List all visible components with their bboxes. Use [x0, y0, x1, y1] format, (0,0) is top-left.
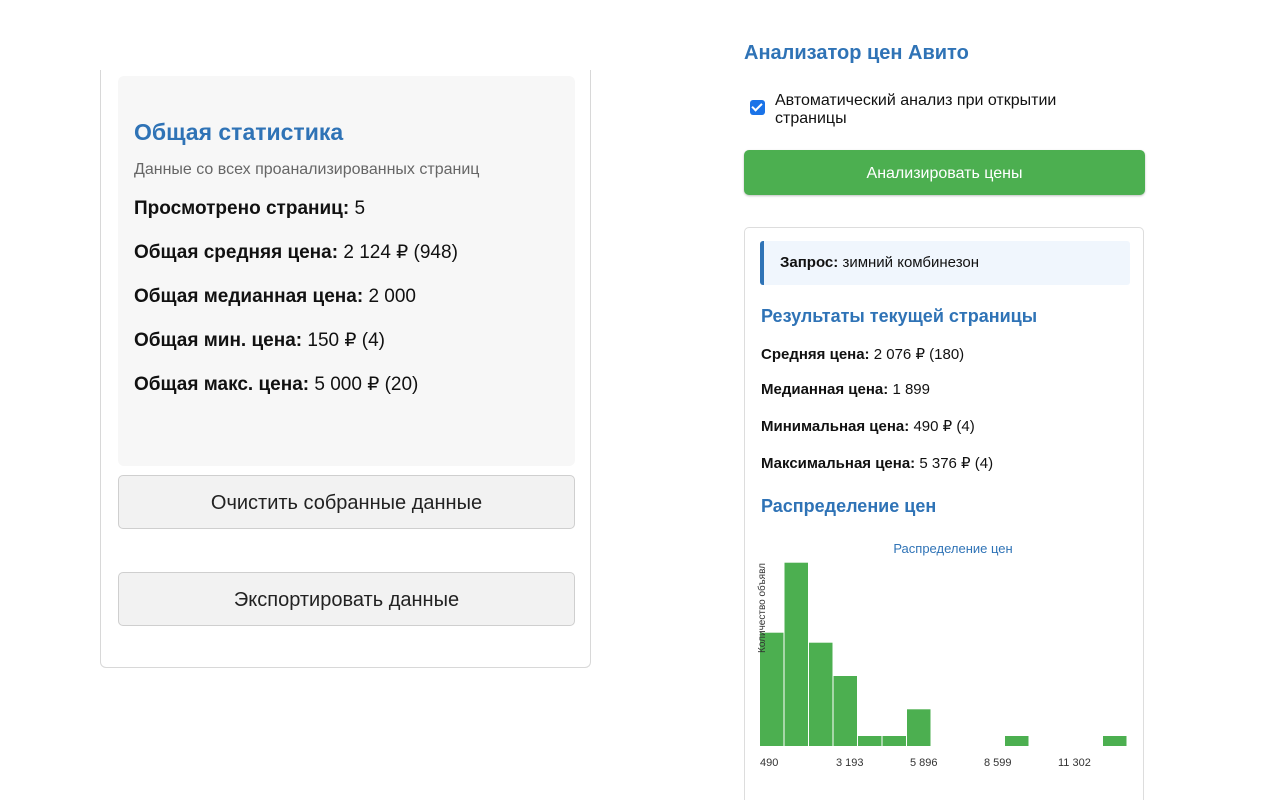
- result-value: 490 ₽ (4): [913, 418, 975, 435]
- result-average-price: Средняя цена: 2 076 ₽ (180): [761, 345, 964, 363]
- result-label: Максимальная цена:: [761, 455, 916, 472]
- analyze-prices-button[interactable]: Анализировать цены: [744, 150, 1145, 195]
- x-tick-label: 8 599: [984, 757, 1012, 769]
- stat-label: Просмотрено страниц:: [134, 198, 350, 219]
- stat-median-price: Общая медианная цена: 2 000: [134, 285, 559, 309]
- stat-label: Общая макс. цена:: [134, 374, 310, 395]
- result-value: 5 376 ₽ (4): [919, 455, 994, 472]
- chart-y-axis-label: Количество объявл: [756, 563, 768, 653]
- x-tick-label: 490: [760, 757, 778, 769]
- page: Общая статистика Данные со всех проанали…: [0, 0, 1280, 800]
- global-stats-title: Общая статистика: [134, 119, 344, 145]
- stat-value: 150 ₽ (4): [307, 330, 385, 351]
- auto-analysis-label[interactable]: Автоматический анализ при открытии стран…: [775, 92, 1115, 128]
- auto-analysis-row[interactable]: Автоматический анализ при открытии стран…: [750, 92, 1150, 128]
- stat-label: Общая медианная цена:: [134, 286, 364, 307]
- histogram-bar: [1005, 736, 1029, 746]
- result-min-price: Минимальная цена: 490 ₽ (4): [761, 417, 975, 435]
- histogram-bar: [1103, 736, 1127, 746]
- histogram-bar: [858, 736, 882, 746]
- result-label: Минимальная цена:: [761, 418, 910, 435]
- histogram-bar: [833, 676, 857, 746]
- result-median-price: Медианная цена: 1 899: [761, 381, 930, 398]
- analyzer-title: Анализатор цен Авито: [744, 42, 969, 64]
- stat-value: 2 000: [368, 286, 416, 307]
- export-data-button[interactable]: Экспортировать данные: [118, 572, 575, 626]
- result-value: 2 076 ₽ (180): [873, 346, 965, 363]
- stat-max-price: Общая макс. цена: 5 000 ₽ (20): [134, 373, 559, 397]
- x-tick-label: 5 896: [910, 757, 938, 769]
- query-label: Запрос:: [780, 254, 839, 271]
- distribution-title: Распределение цен: [761, 496, 937, 516]
- stat-pages-viewed: Просмотрено страниц: 5: [134, 197, 559, 221]
- stat-label: Общая мин. цена:: [134, 330, 303, 351]
- query-value: зимний комбинезон: [842, 254, 980, 271]
- global-stats-subtitle: Данные со всех проанализированных страни…: [134, 161, 480, 178]
- histogram-bar: [882, 736, 906, 746]
- auto-analysis-checkbox[interactable]: [750, 100, 765, 115]
- result-value: 1 899: [892, 381, 930, 398]
- histogram-bar: [907, 709, 931, 746]
- price-histogram: Распределение цен Количество объявл 490 3…: [756, 541, 1127, 769]
- histogram-bar: [784, 562, 808, 746]
- histogram-bar: [809, 642, 833, 746]
- result-max-price: Максимальная цена: 5 376 ₽ (4): [761, 454, 993, 472]
- clear-data-button[interactable]: Очистить собранные данные: [118, 475, 575, 529]
- stat-value: 2 124 ₽ (948): [343, 242, 458, 263]
- result-label: Средняя цена:: [761, 346, 870, 363]
- x-tick-label: 11 302: [1058, 757, 1091, 769]
- stat-label: Общая средняя цена:: [134, 242, 339, 263]
- global-stats-panel: Общая статистика Данные со всех проанали…: [118, 76, 575, 466]
- stat-value: 5 000 ₽ (20): [314, 374, 419, 395]
- stat-min-price: Общая мин. цена: 150 ₽ (4): [134, 329, 559, 353]
- chart-title: Распределение цен: [893, 541, 1012, 556]
- result-label: Медианная цена:: [761, 381, 889, 398]
- query-box: Запрос: зимний комбинезон: [760, 241, 1130, 285]
- stat-value: 5: [354, 198, 366, 219]
- x-tick-label: 3 193: [836, 757, 864, 769]
- results-title: Результаты текущей страницы: [761, 306, 1038, 326]
- stat-average-price: Общая средняя цена: 2 124 ₽ (948): [134, 241, 559, 265]
- global-stats-card: Общая статистика Данные со всех проанали…: [100, 70, 591, 668]
- results-card: Запрос: зимний комбинезон Результаты тек…: [744, 227, 1144, 800]
